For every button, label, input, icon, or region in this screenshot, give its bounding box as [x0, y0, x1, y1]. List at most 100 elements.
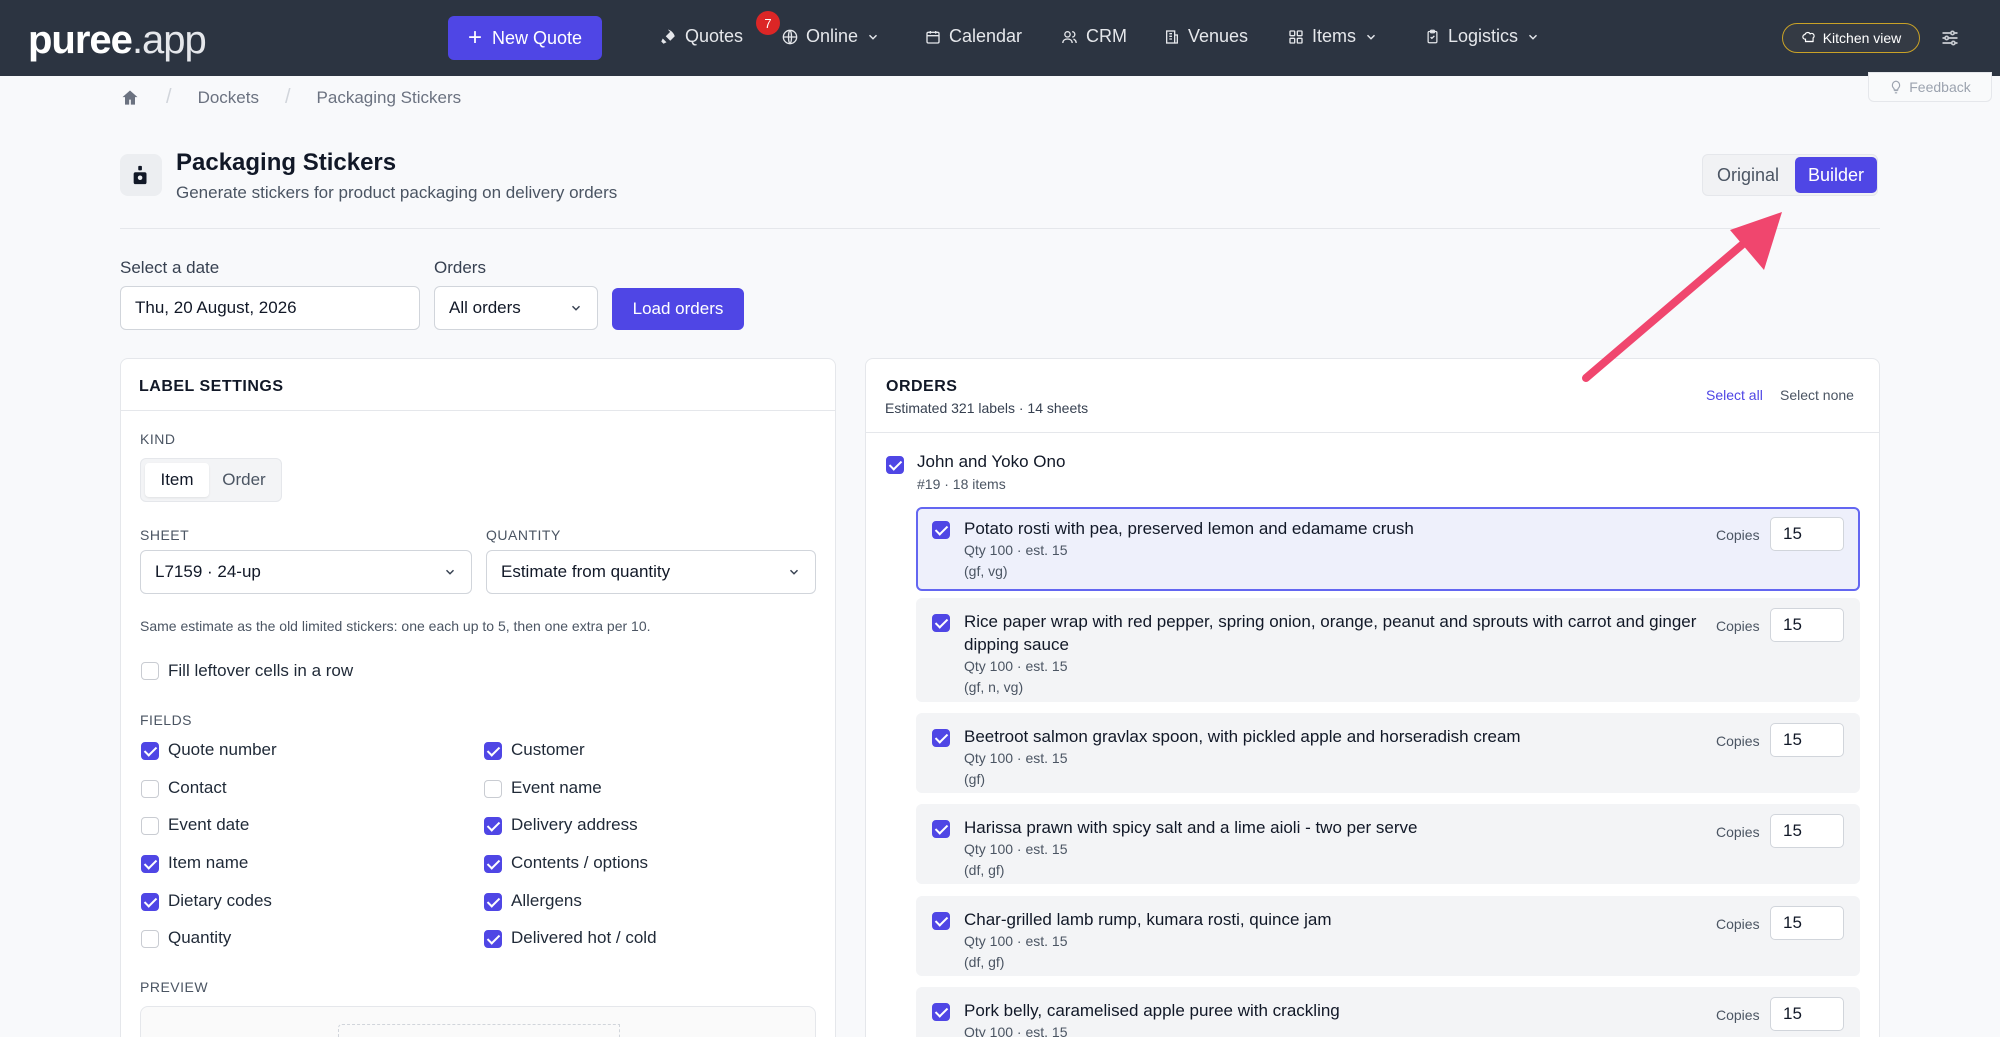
order-item-row[interactable]: Pork belly, caramelised apple puree with… — [916, 987, 1860, 1037]
order-item-checkbox[interactable] — [932, 820, 950, 838]
field-checkbox[interactable] — [141, 930, 159, 948]
kitchen-view-button[interactable]: Kitchen view — [1782, 23, 1920, 53]
field-label: Quote number — [168, 740, 277, 759]
field-label: Event name — [511, 778, 602, 797]
orders-estimate: Estimated 321 labels · 14 sheets — [885, 400, 1089, 416]
kind-label: KIND — [140, 431, 176, 447]
nav-calendar[interactable]: Calendar — [925, 26, 1022, 47]
field-checkbox[interactable] — [141, 893, 159, 911]
customer-meta: #19 · 18 items — [917, 476, 1006, 492]
order-item-checkbox[interactable] — [932, 1003, 950, 1021]
order-item-qty: Qty 100 · est. 15 — [964, 750, 1068, 766]
fields-label: FIELDS — [140, 712, 193, 728]
order-item-row[interactable]: Potato rosti with pea, preserved lemon a… — [916, 507, 1860, 591]
nav-items[interactable]: Items — [1288, 26, 1378, 47]
copies-input[interactable]: 15 — [1770, 608, 1844, 642]
order-item-row[interactable]: Beetroot salmon gravlax spoon, with pick… — [916, 713, 1860, 793]
order-item-row[interactable]: Rice paper wrap with red pepper, spring … — [916, 598, 1860, 702]
order-item-checkbox[interactable] — [932, 912, 950, 930]
quotes-count-badge: 7 — [756, 11, 780, 35]
field-checkbox[interactable] — [141, 817, 159, 835]
copies-input[interactable]: 15 — [1770, 814, 1844, 848]
nav-online[interactable]: Online — [782, 26, 880, 47]
field-checkbox[interactable] — [484, 855, 502, 873]
copies-label: Copies — [1716, 733, 1760, 749]
fill-leftover-label: Fill leftover cells in a row — [168, 661, 354, 680]
field-label: Allergens — [511, 891, 582, 910]
field-label: Contents / options — [511, 853, 649, 872]
lightbulb-icon — [1892, 80, 1901, 94]
order-item-row[interactable]: Harissa prawn with spicy salt and a lime… — [916, 804, 1860, 884]
load-orders-button[interactable]: Load orders — [612, 288, 744, 330]
field-checkbox[interactable] — [141, 780, 159, 798]
field-checkbox[interactable] — [484, 742, 502, 760]
order-item-dietary: (gf, vg) — [964, 563, 1008, 579]
nav-quotes[interactable]: Quotes — [659, 26, 743, 47]
copies-label: Copies — [1716, 618, 1760, 634]
field-checkbox[interactable] — [141, 855, 159, 873]
orders-title: ORDERS — [886, 378, 958, 395]
globe-icon — [782, 29, 798, 44]
feedback-button[interactable]: Feedback — [1868, 72, 1992, 102]
field-label: Delivered hot / cold — [511, 928, 657, 947]
calendar-icon — [926, 30, 940, 44]
field-checkbox[interactable] — [484, 780, 502, 798]
order-item-qty: Qty 100 · est. 15 — [964, 841, 1068, 857]
quantity-select[interactable]: Estimate from quantity — [486, 550, 816, 594]
copies-input[interactable]: 15 — [1770, 723, 1844, 757]
order-item-qty: Qty 100 · est. 15 — [964, 1024, 1068, 1037]
nav-logistics[interactable]: Logistics — [1425, 26, 1540, 47]
field-checkbox[interactable] — [484, 893, 502, 911]
order-item-name: Beetroot salmon gravlax spoon, with pick… — [964, 727, 1521, 746]
quantity-hint: Same estimate as the old limited sticker… — [140, 618, 651, 634]
view-toggle: Original Builder — [1702, 154, 1878, 196]
field-checkbox[interactable] — [484, 930, 502, 948]
order-item-name: Pork belly, caramelised apple puree with… — [964, 1001, 1340, 1020]
order-item-checkbox[interactable] — [932, 729, 950, 747]
preview-label: PREVIEW — [140, 979, 209, 995]
app-logo[interactable]: puree.app — [28, 18, 207, 63]
quantity-label: QUANTITY — [486, 527, 561, 543]
nav-crm[interactable]: CRM — [1061, 26, 1127, 47]
grid-icon — [1289, 29, 1303, 44]
sheet-select[interactable]: L7159 · 24-up — [140, 550, 472, 594]
customer-checkbox[interactable] — [886, 456, 904, 474]
home-icon[interactable] — [120, 88, 140, 108]
annotation-arrow — [1582, 212, 1782, 382]
fill-leftover-checkbox[interactable] — [141, 662, 159, 680]
field-label: Item name — [168, 853, 249, 872]
field-label: Quantity — [168, 928, 232, 947]
kind-segmented-control: Item Order — [140, 458, 282, 502]
sheet-label: SHEET — [140, 527, 190, 543]
customer-name: John and Yoko Ono — [917, 452, 1066, 471]
settings-sliders-icon[interactable] — [1940, 28, 1960, 53]
kind-item-option[interactable]: Item — [145, 463, 209, 497]
copies-input[interactable]: 15 — [1770, 517, 1844, 551]
top-nav: puree.app + New Quote Quotes 7 Online Ca… — [0, 0, 2000, 76]
view-builder-button[interactable]: Builder — [1795, 157, 1877, 193]
breadcrumb-separator: / — [166, 86, 172, 108]
field-checkbox[interactable] — [141, 742, 159, 760]
copies-input[interactable]: 15 — [1770, 997, 1844, 1031]
order-item-name: Char-grilled lamb rump, kumara rosti, qu… — [964, 910, 1332, 929]
view-original-button[interactable]: Original — [1703, 155, 1793, 195]
order-item-checkbox[interactable] — [932, 614, 950, 632]
date-label: Select a date — [120, 258, 220, 277]
order-item-row[interactable]: Char-grilled lamb rump, kumara rosti, qu… — [916, 896, 1860, 976]
copies-input[interactable]: 15 — [1770, 906, 1844, 940]
preview-label-cell — [338, 1024, 620, 1037]
orders-filter-select[interactable]: All orders — [434, 286, 598, 330]
page-subtitle: Generate stickers for product packaging … — [176, 183, 618, 202]
label-settings-title: LABEL SETTINGS — [139, 378, 284, 395]
field-label: Contact — [168, 778, 227, 797]
field-checkbox[interactable] — [484, 817, 502, 835]
building-icon — [1166, 29, 1178, 44]
kind-order-option[interactable]: Order — [211, 463, 277, 497]
breadcrumb-dockets[interactable]: Dockets — [198, 88, 259, 108]
date-input[interactable]: Thu, 20 August, 2026 — [120, 286, 420, 330]
order-item-name: Harissa prawn with spicy salt and a lime… — [964, 818, 1418, 837]
new-quote-button[interactable]: + New Quote — [448, 16, 602, 60]
nav-venues[interactable]: Venues — [1164, 26, 1248, 47]
order-item-qty: Qty 100 · est. 15 — [964, 658, 1068, 674]
order-item-checkbox[interactable] — [932, 521, 950, 539]
